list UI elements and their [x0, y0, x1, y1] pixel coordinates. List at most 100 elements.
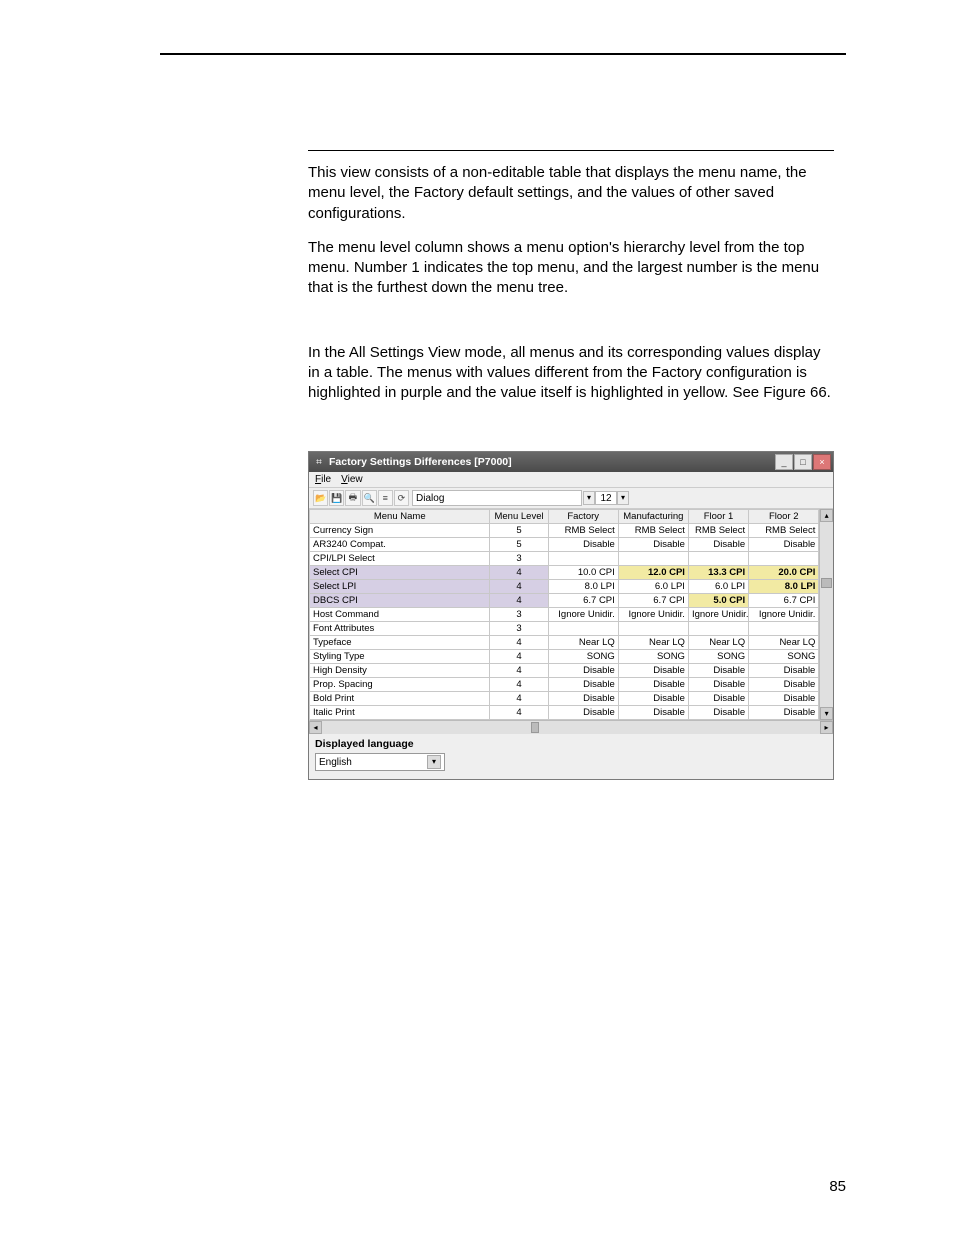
- font-family-dropdown-icon[interactable]: ▾: [583, 491, 595, 505]
- menu-level-cell: 5: [490, 524, 548, 538]
- menu-name-cell: Select LPI: [310, 580, 490, 594]
- tree-icon[interactable]: ≡: [378, 490, 393, 506]
- value-cell: Disable: [618, 664, 688, 678]
- value-cell: Near LQ: [688, 636, 748, 650]
- value-cell: Disable: [618, 692, 688, 706]
- value-cell: Disable: [618, 706, 688, 720]
- table-row: Styling Type4SONGSONGSONGSONG: [310, 650, 819, 664]
- value-cell: Disable: [688, 664, 748, 678]
- font-size-dropdown-icon[interactable]: ▾: [617, 491, 629, 505]
- menu-level-cell: 4: [490, 566, 548, 580]
- value-cell: [749, 552, 819, 566]
- value-cell: 5.0 CPI: [688, 594, 748, 608]
- value-cell: RMB Select: [618, 524, 688, 538]
- value-cell: 12.0 CPI: [618, 566, 688, 580]
- table-header[interactable]: Menu Name: [310, 510, 490, 524]
- value-cell: [618, 552, 688, 566]
- table-header[interactable]: Floor 2: [749, 510, 819, 524]
- font-family-select[interactable]: Dialog: [412, 490, 582, 506]
- value-cell: Ignore Unidir.: [618, 608, 688, 622]
- value-cell: RMB Select: [688, 524, 748, 538]
- table-row: Host Command3Ignore Unidir.Ignore Unidir…: [310, 608, 819, 622]
- value-cell: [749, 622, 819, 636]
- value-cell: Disable: [749, 538, 819, 552]
- screenshot-window: ⌗ Factory Settings Differences [P7000] _…: [308, 451, 834, 780]
- table-row: Bold Print4DisableDisableDisableDisable: [310, 692, 819, 706]
- menu-level-cell: 3: [490, 608, 548, 622]
- menu-name-cell: Currency Sign: [310, 524, 490, 538]
- language-select[interactable]: English ▾: [315, 753, 445, 771]
- close-button[interactable]: ×: [813, 454, 831, 470]
- value-cell: 20.0 CPI: [749, 566, 819, 580]
- value-cell: Disable: [548, 664, 618, 678]
- maximize-button[interactable]: □: [794, 454, 812, 470]
- menu-view[interactable]: View: [341, 474, 363, 485]
- table-row: AR3240 Compat.5DisableDisableDisableDisa…: [310, 538, 819, 552]
- save-icon[interactable]: 💾: [329, 490, 344, 506]
- vertical-scrollbar[interactable]: ▴ ▾: [819, 509, 833, 720]
- paragraph-3: In the All Settings View mode, all menus…: [308, 343, 834, 404]
- value-cell: [548, 622, 618, 636]
- value-cell: Near LQ: [548, 636, 618, 650]
- table-row: High Density4DisableDisableDisableDisabl…: [310, 664, 819, 678]
- value-cell: [688, 552, 748, 566]
- toolbar: 📂 💾 🖶 🔍 ≡ ⟳ Dialog ▾ 12 ▾: [309, 488, 833, 509]
- menu-level-cell: 5: [490, 538, 548, 552]
- menu-name-cell: Italic Print: [310, 706, 490, 720]
- menu-level-cell: 4: [490, 594, 548, 608]
- window-titlebar[interactable]: ⌗ Factory Settings Differences [P7000] _…: [309, 452, 833, 472]
- value-cell: 6.7 CPI: [749, 594, 819, 608]
- menu-name-cell: Select CPI: [310, 566, 490, 580]
- table-header[interactable]: Factory: [548, 510, 618, 524]
- section-rule: [308, 150, 834, 151]
- hscroll-thumb[interactable]: [531, 722, 539, 733]
- table-header[interactable]: Menu Level: [490, 510, 548, 524]
- value-cell: Disable: [688, 706, 748, 720]
- menu-name-cell: AR3240 Compat.: [310, 538, 490, 552]
- scroll-left-icon[interactable]: ◂: [309, 721, 322, 734]
- table-header[interactable]: Floor 1: [688, 510, 748, 524]
- value-cell: SONG: [688, 650, 748, 664]
- scroll-right-icon[interactable]: ▸: [820, 721, 833, 734]
- table-header[interactable]: Manufacturing: [618, 510, 688, 524]
- value-cell: Disable: [688, 538, 748, 552]
- horizontal-scrollbar[interactable]: ◂ ▸: [309, 720, 833, 734]
- window-title: Factory Settings Differences [P7000]: [329, 456, 775, 468]
- value-cell: Disable: [688, 678, 748, 692]
- table-row: Currency Sign5RMB SelectRMB SelectRMB Se…: [310, 524, 819, 538]
- value-cell: SONG: [749, 650, 819, 664]
- font-size-input[interactable]: 12: [595, 491, 617, 505]
- scroll-down-icon[interactable]: ▾: [820, 707, 833, 720]
- value-cell: Ignore Unidir.: [548, 608, 618, 622]
- menu-level-cell: 4: [490, 636, 548, 650]
- value-cell: RMB Select: [548, 524, 618, 538]
- vscroll-thumb[interactable]: [821, 578, 832, 588]
- menu-level-cell: 4: [490, 664, 548, 678]
- chevron-down-icon[interactable]: ▾: [427, 755, 441, 769]
- open-icon[interactable]: 📂: [313, 490, 328, 506]
- menu-file[interactable]: File: [315, 474, 331, 485]
- menu-name-cell: Prop. Spacing: [310, 678, 490, 692]
- app-icon: ⌗: [313, 456, 325, 468]
- value-cell: 6.0 LPI: [618, 580, 688, 594]
- value-cell: Disable: [688, 692, 748, 706]
- value-cell: Disable: [548, 678, 618, 692]
- table-row: CPI/LPI Select3: [310, 552, 819, 566]
- value-cell: Near LQ: [618, 636, 688, 650]
- scroll-up-icon[interactable]: ▴: [820, 509, 833, 522]
- zoom-icon[interactable]: 🔍: [362, 490, 377, 506]
- value-cell: Disable: [618, 678, 688, 692]
- minimize-button[interactable]: _: [775, 454, 793, 470]
- value-cell: Disable: [548, 692, 618, 706]
- value-cell: Ignore Unidir.: [688, 608, 748, 622]
- value-cell: Near LQ: [749, 636, 819, 650]
- menu-name-cell: Bold Print: [310, 692, 490, 706]
- value-cell: Disable: [618, 538, 688, 552]
- displayed-language-label: Displayed language: [315, 738, 827, 750]
- menu-level-cell: 3: [490, 622, 548, 636]
- refresh-icon[interactable]: ⟳: [394, 490, 409, 506]
- menu-name-cell: DBCS CPI: [310, 594, 490, 608]
- print-icon[interactable]: 🖶: [345, 490, 360, 506]
- value-cell: Disable: [749, 706, 819, 720]
- table-row: Typeface4Near LQNear LQNear LQNear LQ: [310, 636, 819, 650]
